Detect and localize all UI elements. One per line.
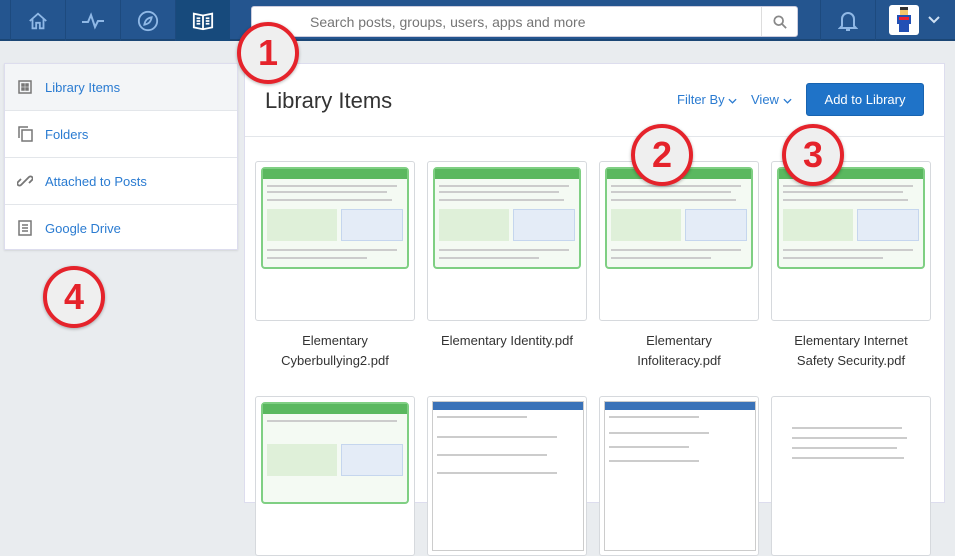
- chevron-down-icon: [783, 98, 792, 104]
- item-thumbnail: [255, 161, 415, 321]
- library-main-panel: Library Items Filter By View Add to Libr…: [244, 63, 945, 556]
- folders-icon: [15, 126, 35, 142]
- sidebar-item-label: Folders: [45, 126, 89, 142]
- link-icon: [15, 173, 35, 189]
- callout-2: 2: [631, 124, 693, 186]
- activity-icon: [82, 11, 104, 30]
- home-icon: [29, 11, 47, 29]
- nav-home-tab[interactable]: [10, 0, 65, 41]
- sidebar-item-attached-to-posts[interactable]: Attached to Posts: [5, 158, 237, 205]
- avatar: [889, 5, 919, 35]
- item-name: Elementary Infoliteracy.pdf: [637, 333, 721, 368]
- sidebar-item-label: Library Items: [45, 79, 121, 95]
- sidebar-item-label: Attached to Posts: [45, 173, 147, 189]
- nav-activity-tab[interactable]: [65, 0, 120, 41]
- search-button[interactable]: [761, 7, 797, 36]
- library-icon: [192, 12, 214, 30]
- item-thumbnail: [599, 161, 759, 321]
- item-thumbnail: [427, 396, 587, 556]
- nav-library-tab[interactable]: [175, 0, 230, 41]
- library-item-card[interactable]: Elementary Infoliteracy.pdf: [599, 161, 759, 371]
- item-thumbnail: [255, 396, 415, 556]
- filter-by-label: Filter By: [677, 92, 725, 107]
- item-thumbnail: [771, 161, 931, 321]
- library-item-card[interactable]: [771, 396, 931, 556]
- library-sidebar: Library Items Folders Attached to Posts …: [4, 63, 238, 252]
- account-menu[interactable]: [875, 0, 955, 41]
- nav-discover-tab[interactable]: [120, 0, 175, 41]
- document-icon: [15, 220, 35, 236]
- chevron-down-icon: [728, 98, 737, 104]
- search-input[interactable]: [252, 7, 752, 36]
- notifications-button[interactable]: [820, 0, 875, 41]
- chevron-down-icon: [928, 16, 940, 24]
- library-item-card[interactable]: Elementary Cyberbullying2.pdf: [255, 161, 415, 371]
- item-thumbnail: [427, 161, 587, 321]
- sidebar-item-folders[interactable]: Folders: [5, 111, 237, 158]
- item-name: Elementary Internet Safety Security.pdf: [794, 333, 908, 368]
- library-item-card[interactable]: [255, 396, 415, 556]
- callout-3: 3: [782, 124, 844, 186]
- library-item-card[interactable]: Elementary Identity.pdf: [427, 161, 587, 351]
- sidebar-item-library-items[interactable]: Library Items: [5, 64, 237, 111]
- item-thumbnail: [771, 396, 931, 556]
- library-item-card[interactable]: [599, 396, 759, 556]
- item-name: Elementary Identity.pdf: [441, 333, 573, 348]
- item-name: Elementary Cyberbullying2.pdf: [281, 333, 389, 368]
- search-bar: [251, 6, 798, 37]
- library-item-card[interactable]: Elementary Internet Safety Security.pdf: [771, 161, 931, 371]
- add-to-library-button[interactable]: Add to Library: [806, 83, 924, 116]
- library-item-card[interactable]: [427, 396, 587, 556]
- search-icon: [772, 14, 787, 29]
- view-label: View: [751, 92, 779, 107]
- divider: [245, 136, 944, 137]
- view-dropdown[interactable]: View: [751, 92, 792, 107]
- filter-by-dropdown[interactable]: Filter By: [677, 92, 737, 107]
- bell-icon: [838, 11, 858, 31]
- sidebar-item-google-drive[interactable]: Google Drive: [5, 205, 237, 252]
- compass-icon: [137, 10, 159, 31]
- sidebar-item-label: Google Drive: [45, 220, 121, 236]
- top-nav-bar: [0, 0, 955, 41]
- callout-4: 4: [43, 266, 105, 328]
- page-title: Library Items: [265, 88, 393, 113]
- callout-1: 1: [237, 22, 299, 84]
- grid-icon: [15, 80, 35, 94]
- item-thumbnail: [599, 396, 759, 556]
